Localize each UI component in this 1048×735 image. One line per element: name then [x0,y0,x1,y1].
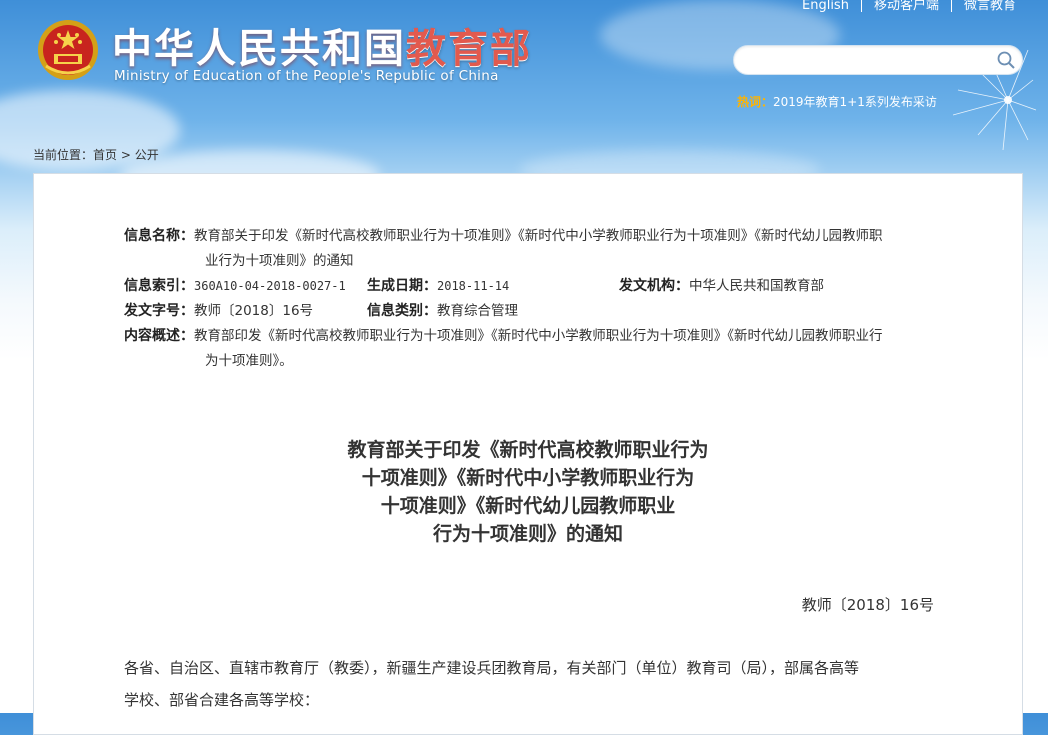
weiyan-link[interactable]: 微言教育 [952,0,1028,13]
meta-docno-value: 教师〔2018〕16号 [194,303,314,319]
meta-summary-value: 教育部印发《新时代高校教师职业行为十项准则》《新时代中小学教师职业行为十项准则》… [194,328,883,344]
meta-org-label: 发文机构： [619,278,689,294]
site-title-red: 教育部 [406,25,532,72]
document-body: 各省、自治区、直辖市教育厅（教委），新疆生产建设兵团教育局，有关部门（单位）教育… [124,652,944,716]
document-title-line: 十项准则》《新时代中小学教师职业行为 [361,467,695,489]
meta-summary-label: 内容概述： [124,328,194,344]
meta-name-label: 信息名称： [124,228,194,244]
site-title[interactable]: 中华人民共和国教育部 [112,16,532,74]
content-panel: 信息名称：教育部关于印发《新时代高校教师职业行为十项准则》《新时代中小学教师职业… [33,173,1023,735]
meta-date-label: 生成日期： [367,278,437,294]
meta-name-value: 教育部关于印发《新时代高校教师职业行为十项准则》《新时代中小学教师职业行为十项准… [194,228,883,244]
body-paragraph-line: 学校、部省合建各高等学校： [124,691,320,709]
meta-index-value: 360A10-04-2018-0027-1 [194,279,346,293]
breadcrumb-current-link[interactable]: 公开 [135,148,159,162]
meta-row-docno: 发文字号：教师〔2018〕16号 信息类别：教育综合管理 [124,299,944,324]
meta-org-value: 中华人民共和国教育部 [689,278,824,294]
breadcrumb-home-link[interactable]: 首页 [93,148,117,162]
search-box [733,45,1023,75]
meta-date-value: 2018-11-14 [437,279,510,293]
meta-row-summary: 内容概述：教育部印发《新时代高校教师职业行为十项准则》《新时代中小学教师职业行为… [124,324,944,374]
hotword-bar: 热词：2019年教育1+1系列发布采访 [737,93,937,110]
breadcrumb-separator: > [120,148,131,162]
meta-row-index: 信息索引：360A10-04-2018-0027-1 生成日期：2018-11-… [124,274,944,299]
search-icon[interactable] [996,50,1016,70]
meta-docno-label: 发文字号： [124,303,194,319]
english-link[interactable]: English [790,0,861,13]
document-metadata: 信息名称：教育部关于印发《新时代高校教师职业行为十项准则》《新时代中小学教师职业… [124,224,944,374]
site-title-main: 中华人民共和国 [112,25,406,72]
document-title-line: 十项准则》《新时代幼儿园教师职业 [380,495,676,517]
mobile-client-link[interactable]: 移动客户端 [862,0,951,13]
meta-category-label: 信息类别： [367,303,437,319]
top-links: English 移动客户端 微言教育 [790,0,1028,13]
breadcrumb: 当前位置：首页 > 公开 [33,146,159,163]
site-subtitle: Ministry of Education of the People's Re… [114,68,499,84]
search-input[interactable] [746,50,990,72]
document-title-line: 行为十项准则》的通知 [432,523,623,545]
site-header: 中华人民共和国教育部 Ministry of Education of the … [0,0,1048,140]
body-paragraph-line: 各省、自治区、直辖市教育厅（教委），新疆生产建设兵团教育局，有关部门（单位）教育… [124,659,860,677]
document-number: 教师〔2018〕16号 [801,596,934,614]
document-title-line: 教育部关于印发《新时代高校教师职业行为 [347,439,709,461]
meta-name-value-cont: 业行为十项准则》的通知 [205,253,354,269]
breadcrumb-prefix: 当前位置： [33,148,94,162]
hotword-link[interactable]: 2019年教育1+1系列发布采访 [773,95,937,109]
national-emblem-icon [38,20,98,80]
document-title: 教育部关于印发《新时代高校教师职业行为 十项准则》《新时代中小学教师职业行为 十… [34,436,1022,548]
hotword-label: 热词： [737,95,774,109]
meta-category-value: 教育综合管理 [437,303,518,319]
meta-summary-value-cont: 为十项准则》。 [205,353,293,369]
meta-row-name: 信息名称：教育部关于印发《新时代高校教师职业行为十项准则》《新时代中小学教师职业… [124,224,944,274]
meta-index-label: 信息索引： [124,278,194,294]
